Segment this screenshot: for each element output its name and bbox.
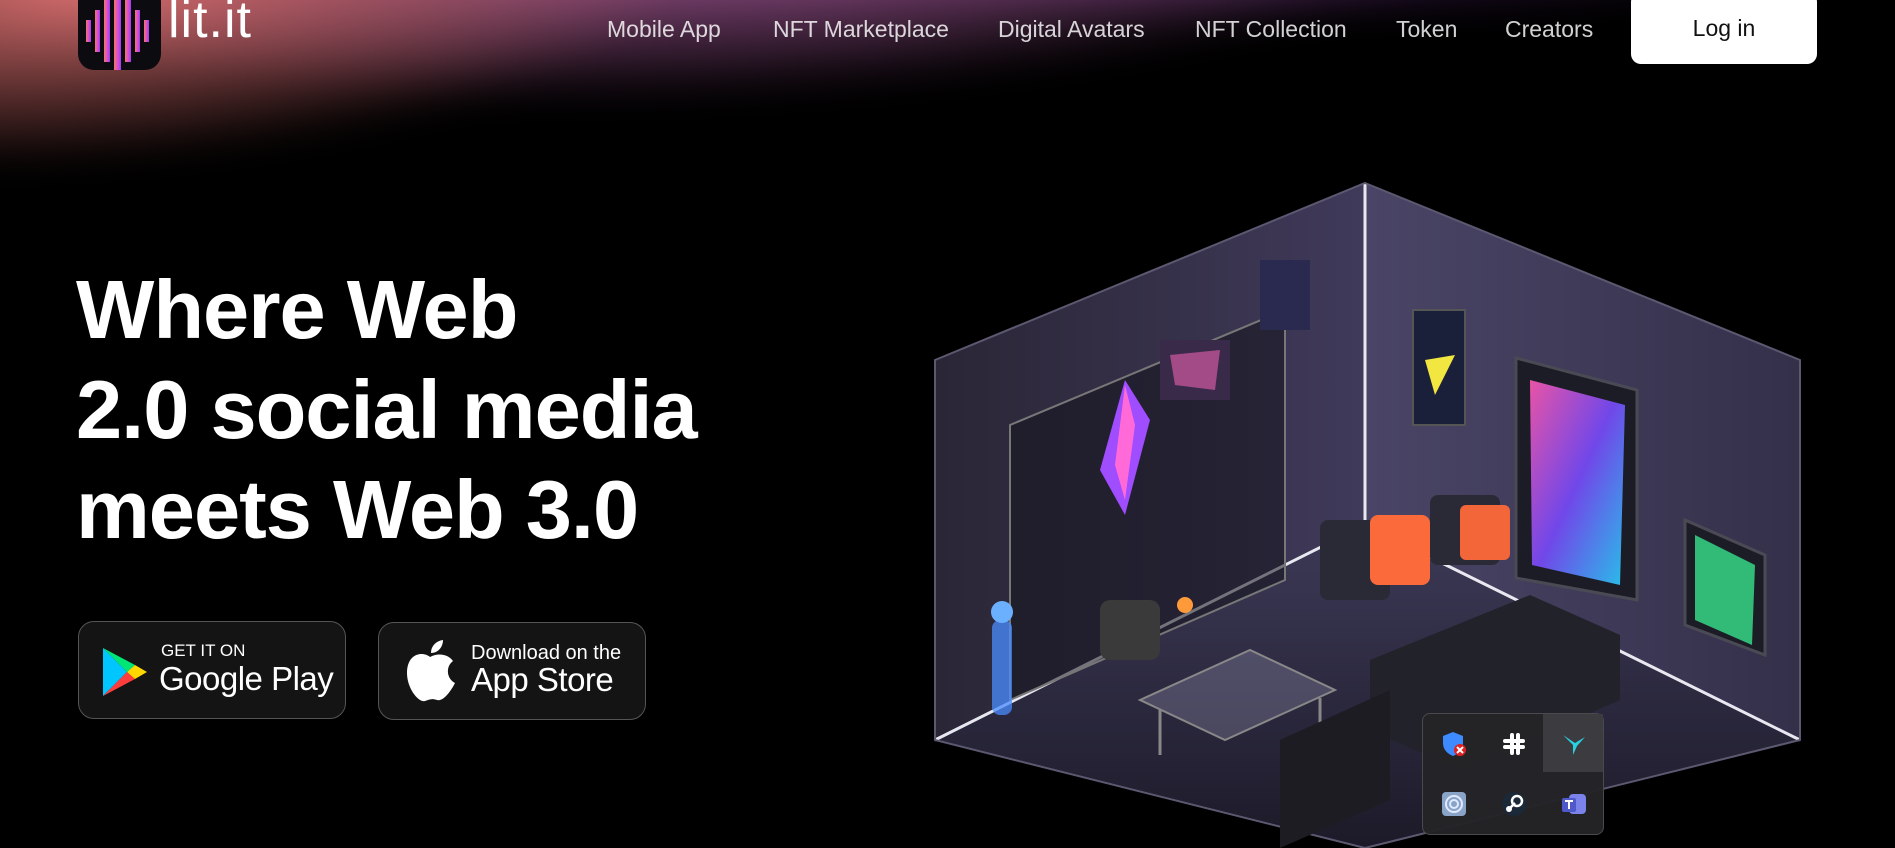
tray-slot-steam[interactable] (1483, 774, 1543, 832)
lit-logo-icon[interactable] (78, 0, 161, 70)
tray-slot-windows-security[interactable] (1423, 714, 1483, 772)
tray-slot-teams[interactable] (1543, 774, 1603, 832)
isometric-room-illustration (934, 181, 1801, 848)
nav-nft-collection[interactable]: NFT Collection (1195, 16, 1347, 43)
apple-icon (407, 640, 455, 702)
app-store-big-label: App Store (471, 661, 614, 698)
site-header: lit.it Mobile App NFT Marketplace Digita… (0, 0, 1895, 70)
brand-name[interactable]: lit.it (168, 0, 252, 50)
google-play-icon (103, 648, 147, 696)
system-tray-popup (1422, 713, 1604, 835)
tray-slot-slack[interactable] (1483, 714, 1543, 772)
nav-token[interactable]: Token (1396, 16, 1457, 43)
fingerprint-icon (1442, 792, 1466, 816)
nav-creators[interactable]: Creators (1505, 16, 1593, 43)
hero-title-line-2: 2.0 social media (76, 363, 698, 456)
google-play-button[interactable]: GET IT ON Google Play (78, 621, 346, 719)
hero-title-line-3: meets Web 3.0 (76, 463, 639, 556)
windows-security-icon (1443, 732, 1466, 756)
slack-icon (1503, 733, 1525, 755)
login-button[interactable]: Log in (1631, 0, 1817, 64)
teams-icon (1562, 794, 1586, 814)
hero-title-line-1: Where Web (76, 263, 518, 356)
google-play-small-label: GET IT ON (161, 641, 246, 660)
nav-digital-avatars[interactable]: Digital Avatars (998, 16, 1145, 43)
hummingbird-icon (1563, 735, 1585, 755)
nav-mobile-app[interactable]: Mobile App (607, 16, 721, 43)
app-store-button[interactable]: Download on the App Store (378, 622, 646, 720)
steam-icon (1502, 792, 1526, 816)
hero-title: Where Web 2.0 social media meets Web 3.0 (76, 260, 836, 560)
nav-nft-marketplace[interactable]: NFT Marketplace (773, 16, 949, 43)
tray-slot-fingerprint[interactable] (1423, 774, 1483, 832)
tray-slot-hummingbird[interactable] (1543, 714, 1603, 772)
google-play-big-label: Google Play (159, 660, 334, 697)
